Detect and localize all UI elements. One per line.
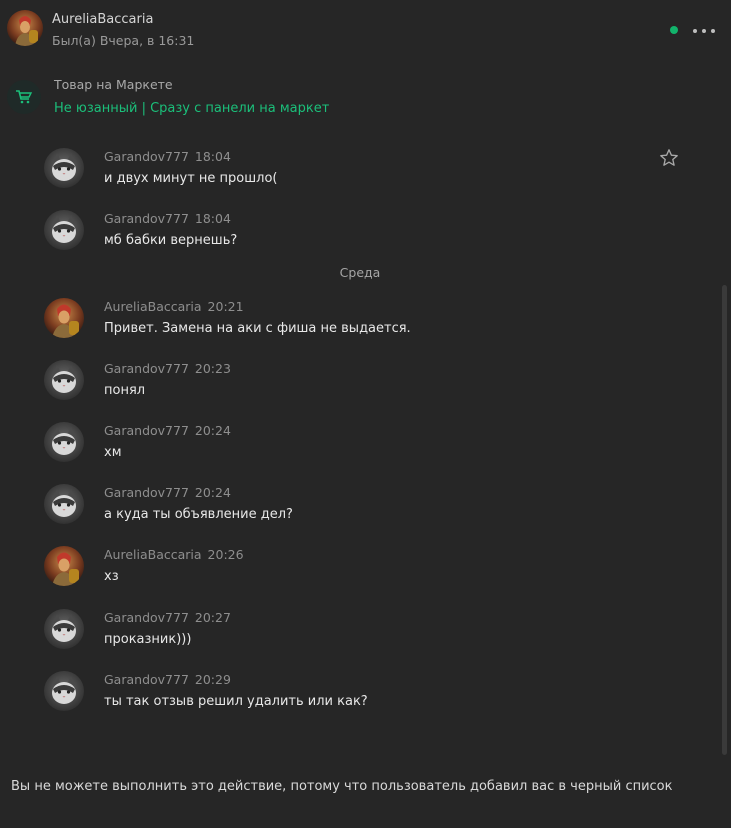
online-indicator — [670, 26, 678, 34]
message-text: понял — [104, 383, 146, 398]
warrior-avatar[interactable] — [7, 10, 43, 46]
message-author[interactable]: Garandov777 — [104, 211, 189, 226]
last-seen-status: Был(а) Вчера, в 16:31 — [52, 33, 195, 48]
message-text: и двух минут не прошло( — [104, 171, 278, 186]
message-time: 20:29 — [194, 672, 231, 687]
day-separator: Среда — [339, 265, 381, 280]
warrior-avatar[interactable] — [44, 546, 84, 586]
message-item: Garandov777 20:24 а куда ты объявление де… — [0, 484, 720, 540]
message-item: Garandov777 20:29 ты так отзыв решил удал… — [0, 671, 720, 727]
message-item: Garandov777 18:04 мб бабки вернешь? — [0, 210, 720, 266]
message-item: Garandov777 20:23 понял — [0, 360, 720, 416]
message-time: 20:24 — [194, 485, 231, 500]
scrollbar[interactable] — [722, 285, 727, 755]
message-text: хм — [104, 445, 122, 460]
blocked-notice: Вы не можете выполнить это действие, пот… — [11, 779, 673, 794]
message-time: 20:27 — [194, 610, 231, 625]
message-text: а куда ты объявление дел? — [104, 507, 293, 522]
message-text: ты так отзыв решил удалить или как? — [104, 694, 368, 709]
chat-header: AureliaBaccaria Был(а) Вчера, в 16:31 — [0, 0, 731, 58]
message-text: проказник))) — [104, 632, 192, 647]
message-item: Garandov777 20:24 хм — [0, 422, 720, 478]
cat-avatar[interactable] — [44, 609, 84, 649]
message-time: 20:21 — [207, 299, 244, 314]
cat-avatar[interactable] — [44, 484, 84, 524]
message-item: Garandov777 18:04 и двух минут не прошло( — [0, 148, 720, 204]
message-author[interactable]: Garandov777 — [104, 610, 189, 625]
message-author[interactable]: Garandov777 — [104, 149, 189, 164]
more-options-icon[interactable] — [693, 25, 715, 37]
cat-avatar[interactable] — [44, 148, 84, 188]
message-item: Garandov777 20:27 проказник))) — [0, 609, 720, 665]
message-author[interactable]: Garandov777 — [104, 672, 189, 687]
composer-area — [0, 760, 731, 828]
message-time: 18:04 — [194, 149, 231, 164]
market-title: Товар на Маркете — [54, 77, 173, 92]
cat-avatar[interactable] — [44, 422, 84, 462]
contact-name[interactable]: AureliaBaccaria — [52, 12, 153, 27]
message-time: 20:23 — [194, 361, 231, 376]
message-text: Привет. Замена на аки с фиша не выдается… — [104, 321, 411, 336]
message-author[interactable]: Garandov777 — [104, 423, 189, 438]
cat-avatar[interactable] — [44, 360, 84, 400]
message-item: AureliaBaccaria 20:26 хз — [0, 546, 720, 602]
warrior-avatar[interactable] — [44, 298, 84, 338]
message-time: 20:24 — [194, 423, 231, 438]
message-time: 20:26 — [207, 547, 244, 562]
message-author[interactable]: Garandov777 — [104, 485, 189, 500]
message-time: 18:04 — [194, 211, 231, 226]
market-item-link[interactable]: Не юзанный | Сразу с панели на маркет — [54, 101, 329, 116]
message-author[interactable]: Garandov777 — [104, 361, 189, 376]
cat-avatar[interactable] — [44, 671, 84, 711]
message-author[interactable]: AureliaBaccaria — [104, 547, 202, 562]
message-author[interactable]: AureliaBaccaria — [104, 299, 202, 314]
market-cart-icon — [7, 80, 41, 114]
message-text: мб бабки вернешь? — [104, 233, 238, 248]
message-text: хз — [104, 569, 119, 584]
cat-avatar[interactable] — [44, 210, 84, 250]
message-item: AureliaBaccaria 20:21 Привет. Замена на а… — [0, 298, 720, 354]
